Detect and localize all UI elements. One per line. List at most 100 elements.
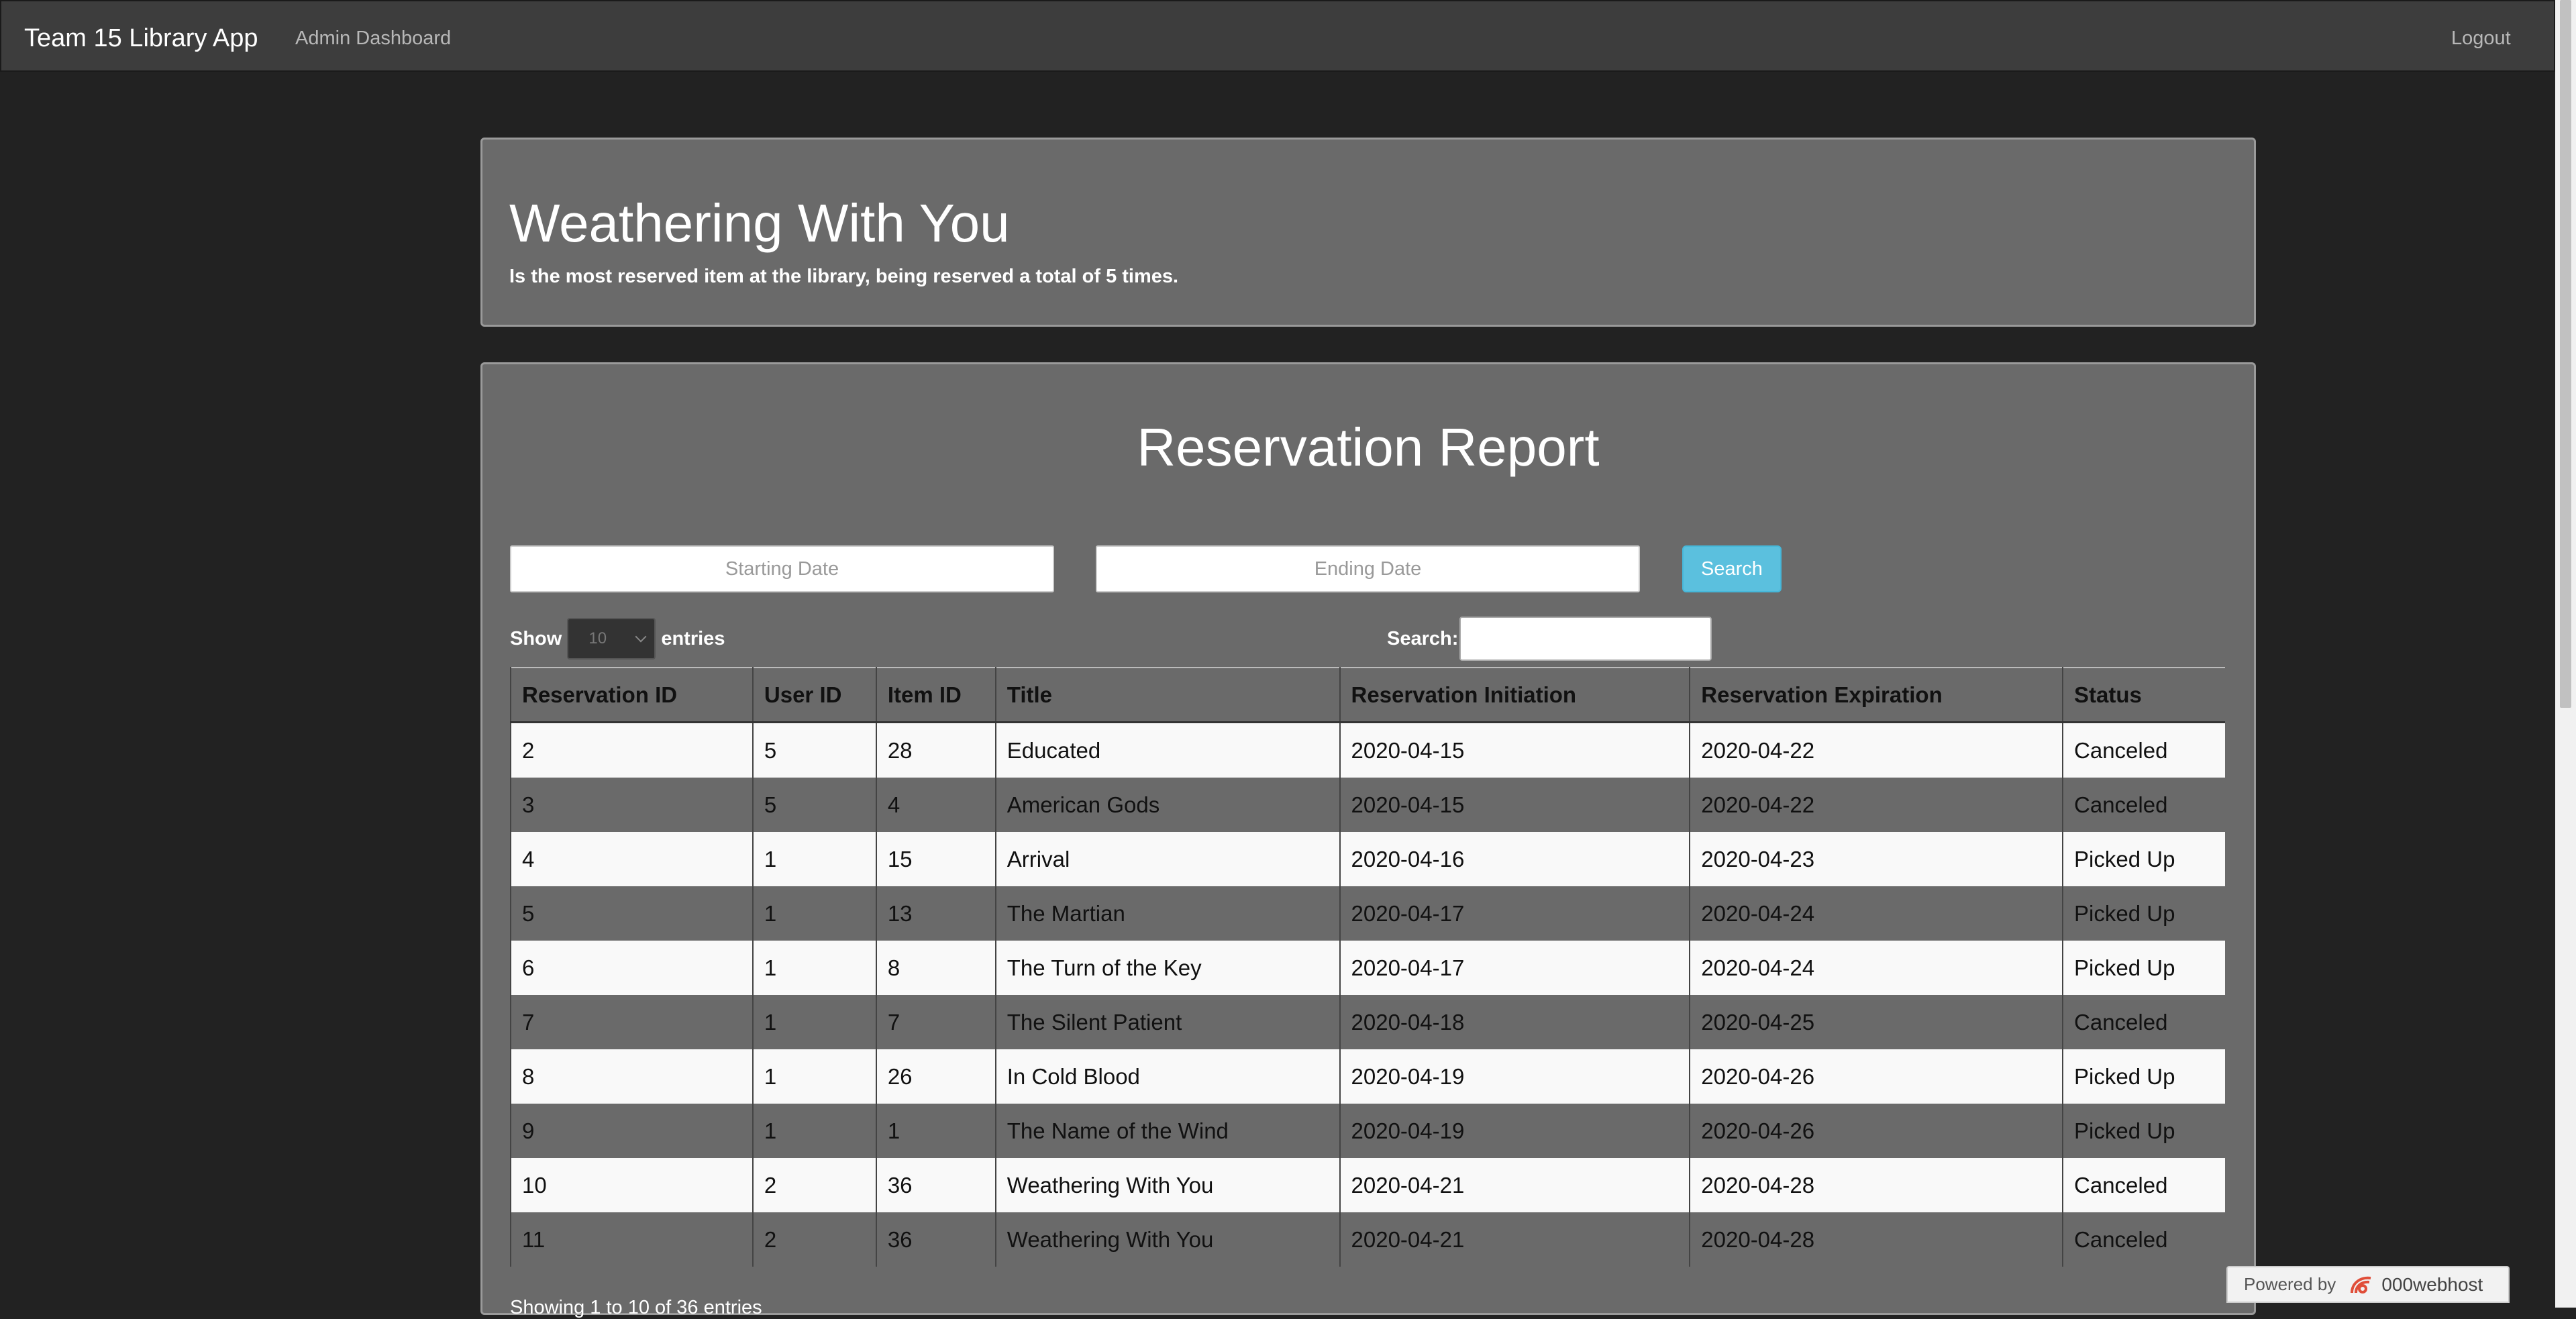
table-cell: The Martian [994,886,1340,941]
table-cell: The Name of the Wind [994,1104,1340,1158]
table-cell: 1 [752,941,876,995]
table-cell: Picked Up [2062,832,2225,886]
table-cell: 2020-04-16 [1339,832,1690,886]
table-row[interactable]: 7 1 7 The Silent Patient 2020-04-18 2020-04-2… [510,995,2225,1049]
table-cell: 13 [875,886,996,941]
column-header-reservation-id[interactable]: Reservation ID [510,668,753,723]
table-cell: 2 [752,1212,876,1267]
table-cell: Weathering With You [994,1158,1340,1212]
table-search-control: Search: [1387,617,1712,661]
reservation-table: Reservation ID User ID Item ID Title Res… [510,667,2225,1267]
nav-admin-dashboard[interactable]: Admin Dashboard [295,27,451,50]
table-cell: 4 [875,778,996,832]
table-cell: 2020-04-26 [1689,1104,2063,1158]
brand-link[interactable]: Team 15 Library App [24,23,258,53]
table-cell: 2020-04-22 [1689,722,2063,778]
table-cell: 10 [510,1158,753,1212]
table-cell: 2020-04-15 [1339,778,1690,832]
table-row[interactable]: 10 2 36 Weathering With You 2020-04-21 2020-0… [510,1158,2225,1212]
ending-date-input[interactable] [1096,545,1640,592]
table-info: Showing 1 to 10 of 36 entries [510,1297,762,1318]
entries-length-value: 10 [588,629,607,647]
table-row[interactable]: 4 1 15 Arrival 2020-04-16 2020-04-23 Picked Up [510,832,2225,886]
webhost-logo-icon [2351,1276,2371,1294]
table-cell: 36 [875,1212,996,1267]
table-cell: 1 [752,1104,876,1158]
table-row[interactable]: 11 2 36 Weathering With You 2020-04-21 2020-0… [510,1212,2225,1267]
report-title: Reservation Report [1137,417,1600,477]
table-row[interactable]: 9 1 1 The Name of the Wind 2020-04-19 2020-04… [510,1104,2225,1158]
table-search-label: Search: [1387,627,1459,649]
table-cell: 1 [752,1049,876,1104]
table-cell: American Gods [994,778,1340,832]
table-row[interactable]: 5 1 13 The Martian 2020-04-17 2020-04-24 Picke… [510,886,2225,941]
page-scrollbar[interactable] [2555,0,2576,1308]
column-header-reservation-expiration[interactable]: Reservation Expiration [1689,668,2063,723]
table-cell: 2 [752,1158,876,1212]
table-cell: 1 [752,832,876,886]
table-cell: Canceled [2062,995,2225,1049]
table-cell: 2020-04-28 [1689,1212,2063,1267]
webhost-brand: 000webhost [2381,1273,2483,1295]
table-cell: Weathering With You [994,1212,1340,1267]
column-header-title[interactable]: Title [994,668,1340,723]
table-cell: 2020-04-28 [1689,1158,2063,1212]
entries-length-select[interactable]: 10 [567,618,656,660]
table-cell: 5 [752,722,876,778]
table-cell: 8 [510,1049,753,1104]
table-cell: 7 [875,995,996,1049]
table-cell: 4 [510,832,753,886]
table-search-input[interactable] [1459,617,1712,661]
most-reserved-subtitle: Is the most reserved item at the library… [509,266,1179,287]
table-row[interactable]: 6 1 8 The Turn of the Key 2020-04-17 2020-04-… [510,941,2225,995]
table-cell: 2020-04-19 [1339,1104,1690,1158]
table-cell: 2020-04-23 [1689,832,2063,886]
table-cell: 2020-04-25 [1689,995,2063,1049]
column-header-status[interactable]: Status [2062,668,2225,723]
nav-logout[interactable]: Logout [2451,27,2511,50]
table-cell: 7 [510,995,753,1049]
table-cell: 26 [875,1049,996,1104]
table-cell: 2020-04-17 [1339,941,1690,995]
table-row[interactable]: 3 5 4 American Gods 2020-04-15 2020-04-22 Canc… [510,778,2225,832]
navbar: Team 15 Library App Admin Dashboard Logo… [0,0,2555,72]
table-cell: 1 [875,1104,996,1158]
powered-by-badge[interactable]: Powered by 000webhost [2226,1266,2510,1303]
table-cell: Canceled [2062,722,2225,778]
table-row[interactable]: 2 5 28 Educated 2020-04-15 2020-04-22 Canceled [510,722,2225,778]
column-header-reservation-initiation[interactable]: Reservation Initiation [1339,668,1690,723]
most-reserved-title: Weathering With You [509,193,1010,253]
table-cell: Picked Up [2062,1104,2225,1158]
powered-by-label: Powered by [2244,1274,2336,1294]
table-cell: 2020-04-24 [1689,886,2063,941]
entries-label: entries [661,627,725,649]
table-cell: Canceled [2062,1212,2225,1267]
table-cell: 2020-04-15 [1339,722,1690,778]
most-reserved-card: Weathering With You Is the most reserved… [480,138,2256,327]
table-cell: 5 [510,886,753,941]
column-header-item-id[interactable]: Item ID [875,668,996,723]
table-cell: 8 [875,941,996,995]
table-cell: 1 [752,886,876,941]
table-cell: 11 [510,1212,753,1267]
search-button[interactable]: Search [1682,545,1782,592]
table-cell: Picked Up [2062,1049,2225,1104]
table-cell: 36 [875,1158,996,1212]
scrollbar-thumb[interactable] [2560,0,2571,708]
table-cell: Picked Up [2062,941,2225,995]
table-cell: 2020-04-17 [1339,886,1690,941]
table-row[interactable]: 8 1 26 In Cold Blood 2020-04-19 2020-04-26 Pic… [510,1049,2225,1104]
table-cell: 15 [875,832,996,886]
table-cell: 2020-04-19 [1339,1049,1690,1104]
starting-date-input[interactable] [510,545,1054,592]
table-cell: In Cold Blood [994,1049,1340,1104]
table-cell: 2020-04-22 [1689,778,2063,832]
table-cell: 6 [510,941,753,995]
table-cell: Canceled [2062,1158,2225,1212]
column-header-user-id[interactable]: User ID [752,668,876,723]
show-label: Show [510,627,562,649]
table-cell: 2020-04-24 [1689,941,2063,995]
table-cell: Canceled [2062,778,2225,832]
table-cell: 1 [752,995,876,1049]
table-cell: Picked Up [2062,886,2225,941]
